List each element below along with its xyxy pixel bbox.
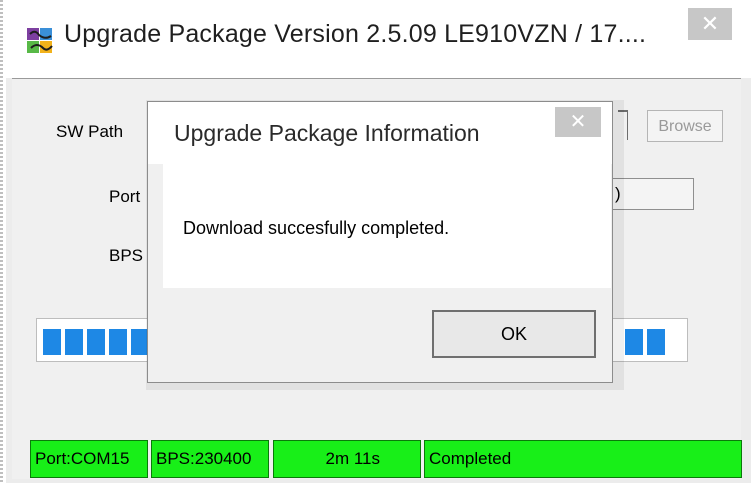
bps-label: BPS <box>109 246 144 265</box>
sw-path-label: SW Path <box>56 122 124 141</box>
progress-segment <box>109 329 127 355</box>
progress-segment <box>43 329 61 355</box>
progress-segment <box>87 329 105 355</box>
browse-button[interactable]: Browse <box>647 110 723 142</box>
window-title: Upgrade Package Version 2.5.09 LE910VZN … <box>64 20 647 48</box>
dialog-message: Download succesfully completed. <box>183 218 450 238</box>
ok-button[interactable]: OK <box>432 310 596 358</box>
window-close-button[interactable]: ✕ <box>688 8 732 40</box>
progress-segment <box>625 329 643 355</box>
progress-segment <box>647 329 665 355</box>
status-bps: BPS:230400 <box>151 440 269 478</box>
status-port: Port:COM15 <box>30 440 148 478</box>
port-label: Port <box>109 187 141 206</box>
puzzle-icon <box>25 26 55 56</box>
dialog-title: Upgrade Package Information <box>174 120 480 146</box>
close-icon: ✕ <box>700 11 720 36</box>
status-message: Completed <box>424 440 742 478</box>
progress-segment <box>65 329 83 355</box>
window-edge <box>0 0 3 483</box>
close-icon: ✕ <box>569 111 587 133</box>
status-elapsed-time: 2m 11s <box>273 440 421 478</box>
dialog-close-button[interactable]: ✕ <box>555 107 601 137</box>
